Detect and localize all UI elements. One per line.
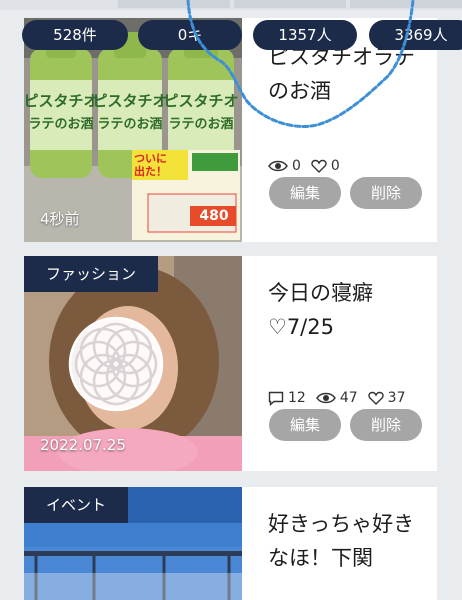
post-card[interactable]: イベント 好きっちゃ好きなほ！下関 bbox=[24, 487, 437, 600]
edit-button[interactable]: 編集 bbox=[269, 409, 341, 441]
post-thumbnail[interactable]: ファッション 2022.07.25 bbox=[24, 256, 242, 471]
top-strip-segment bbox=[234, 0, 346, 8]
svg-text:ピスタチオ: ピスタチオ bbox=[92, 92, 167, 110]
svg-text:ピスタチオ: ピスタチオ bbox=[163, 92, 238, 110]
edit-button[interactable]: 編集 bbox=[269, 177, 341, 209]
post-title[interactable]: 今日の寝癖♡7/25 bbox=[268, 276, 428, 344]
svg-text:ピスタチオ: ピスタチオ bbox=[24, 92, 99, 110]
like-count: 0 bbox=[330, 158, 340, 174]
pop-sign-text: ついに 出た！ bbox=[134, 152, 167, 178]
svg-text:ラテのお酒: ラテのお酒 bbox=[97, 117, 162, 132]
post-stats: 0 0 bbox=[268, 158, 340, 174]
heart-icon[interactable] bbox=[367, 391, 384, 405]
top-strip-segment bbox=[350, 0, 462, 8]
heart-icon[interactable] bbox=[311, 159, 327, 173]
count-pill-kiss[interactable]: 0キ bbox=[138, 20, 242, 50]
eye-icon bbox=[315, 392, 336, 404]
count-pill-posts[interactable]: 528件 bbox=[22, 20, 128, 50]
post-title[interactable]: 好きっちゃ好きなほ！下関 bbox=[268, 507, 428, 575]
category-badge[interactable]: イベント bbox=[24, 487, 129, 523]
pop-line-2: 出た！ bbox=[134, 165, 167, 178]
delete-button[interactable]: 削除 bbox=[350, 177, 422, 209]
post-thumbnail[interactable]: ピスタチオ ラテのお酒 ピスタチオ ラテのお酒 ピスタチオ ラテのお酒 ついに … bbox=[24, 18, 242, 242]
post-time: 4秒前 bbox=[40, 210, 80, 228]
post-thumbnail[interactable]: イベント bbox=[24, 487, 242, 600]
post-date: 2022.07.25 bbox=[40, 436, 126, 454]
post-title[interactable]: ピスタチオラテのお酒 bbox=[268, 40, 428, 108]
post-card[interactable]: ピスタチオ ラテのお酒 ピスタチオ ラテのお酒 ピスタチオ ラテのお酒 ついに … bbox=[24, 18, 437, 242]
post-card[interactable]: ファッション 2022.07.25 今日の寝癖♡7/25 12 47 37 編集… bbox=[24, 256, 437, 471]
category-badge[interactable]: ファッション bbox=[24, 256, 159, 292]
top-strip-segment bbox=[118, 0, 230, 8]
svg-text:ラテのお酒: ラテのお酒 bbox=[28, 117, 93, 132]
view-count: 47 bbox=[339, 390, 358, 406]
pop-price: 480 bbox=[199, 208, 229, 224]
eye-icon bbox=[268, 160, 288, 172]
count-pill-followers[interactable]: 1357人 bbox=[253, 20, 357, 50]
view-count: 0 bbox=[292, 158, 301, 174]
svg-text:ラテのお酒: ラテのお酒 bbox=[168, 117, 233, 132]
post-stats: 12 47 37 bbox=[268, 390, 405, 406]
pop-line-1: ついに bbox=[134, 152, 167, 165]
like-count: 37 bbox=[387, 390, 406, 406]
comment-count: 12 bbox=[288, 390, 306, 406]
count-pill-following[interactable]: 3369人 bbox=[369, 20, 462, 50]
comment-icon bbox=[268, 391, 284, 406]
delete-button[interactable]: 削除 bbox=[350, 409, 422, 441]
top-strip bbox=[0, 0, 462, 10]
